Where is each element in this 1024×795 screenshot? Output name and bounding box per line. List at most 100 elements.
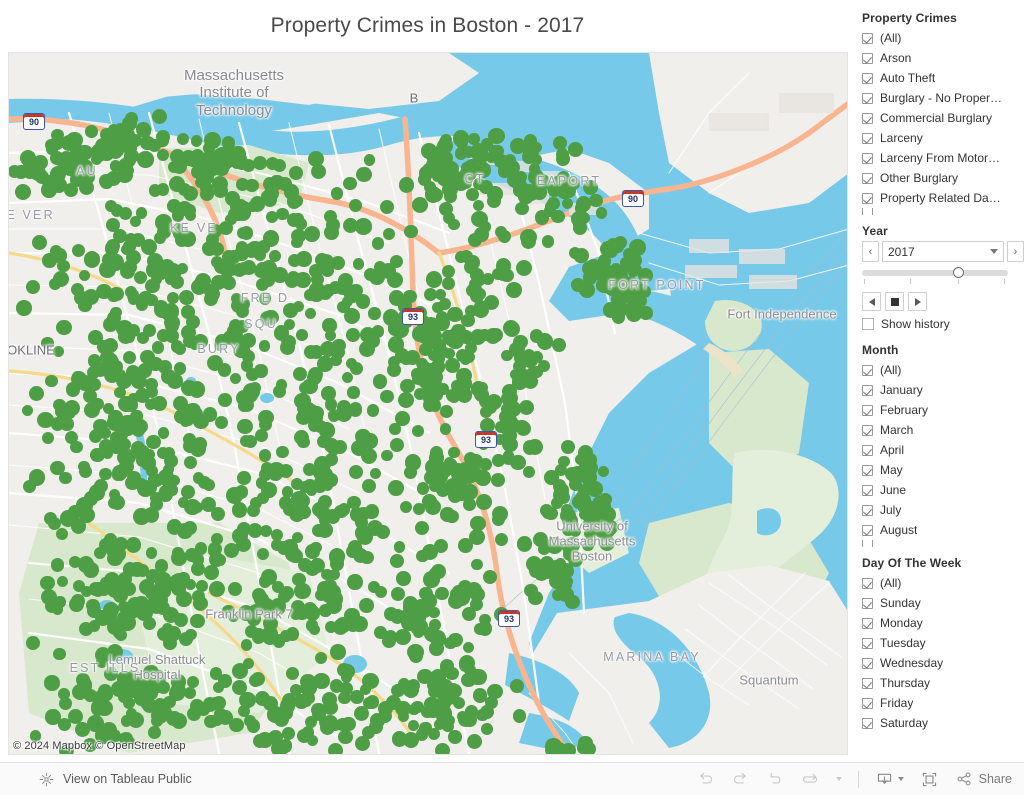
crime-dot[interactable] xyxy=(350,361,364,375)
crime-dot[interactable] xyxy=(16,300,32,316)
year-next-button[interactable]: › xyxy=(1007,241,1024,262)
crime-dot[interactable] xyxy=(154,300,168,314)
crime-dot[interactable] xyxy=(209,241,224,257)
crime-dot[interactable] xyxy=(262,192,277,207)
crime-dot[interactable] xyxy=(350,690,364,704)
crime-dot[interactable] xyxy=(254,690,270,706)
crime-dot[interactable] xyxy=(209,696,223,711)
crime-dot[interactable] xyxy=(411,197,428,214)
crime-dot[interactable] xyxy=(237,471,251,485)
crime-dot[interactable] xyxy=(181,305,195,319)
crime-dot[interactable] xyxy=(455,349,469,363)
crime-dot[interactable] xyxy=(53,647,66,660)
crime-dot[interactable] xyxy=(188,381,206,398)
crime-dot[interactable] xyxy=(45,374,58,387)
crime-dot[interactable] xyxy=(395,702,409,715)
crime-dot[interactable] xyxy=(381,449,393,462)
crime-dot[interactable] xyxy=(296,329,308,341)
checkbox-row[interactable]: Monday xyxy=(862,613,1024,633)
checkbox-icon[interactable] xyxy=(862,384,873,396)
crime-dot[interactable] xyxy=(495,420,508,434)
crime-dot[interactable] xyxy=(322,699,338,715)
crime-dot[interactable] xyxy=(418,367,431,380)
checkbox-icon[interactable] xyxy=(862,152,873,164)
checkbox-row[interactable]: Larceny xyxy=(862,128,1024,148)
crime-dot[interactable] xyxy=(482,569,498,584)
crime-dot[interactable] xyxy=(104,200,117,213)
crime-dot[interactable] xyxy=(125,475,140,491)
crime-dot[interactable] xyxy=(397,391,414,408)
crime-dot[interactable] xyxy=(232,208,245,222)
checkbox-icon[interactable] xyxy=(862,444,873,456)
crime-dot[interactable] xyxy=(210,506,225,521)
crime-dot[interactable] xyxy=(248,673,262,687)
crime-dot[interactable] xyxy=(354,735,370,751)
crime-dot[interactable] xyxy=(69,597,84,612)
crime-dot[interactable] xyxy=(101,447,114,459)
crime-dot[interactable] xyxy=(404,466,417,479)
crime-dot[interactable] xyxy=(176,591,193,607)
crime-dot[interactable] xyxy=(312,478,327,494)
crime-dot[interactable] xyxy=(346,328,360,342)
crime-dot[interactable] xyxy=(322,318,337,333)
crime-dot[interactable] xyxy=(234,485,249,499)
crime-dot[interactable] xyxy=(573,247,589,263)
crime-dot[interactable] xyxy=(174,408,190,425)
crime-dot[interactable] xyxy=(481,722,494,735)
checkbox-row-clipped[interactable] xyxy=(862,540,1024,547)
crime-dot[interactable] xyxy=(428,698,441,711)
crime-dot[interactable] xyxy=(83,251,101,268)
crime-dot[interactable] xyxy=(288,506,305,523)
crime-dot[interactable] xyxy=(260,461,274,475)
crime-dot[interactable] xyxy=(400,352,413,365)
crime-dot[interactable] xyxy=(352,258,364,270)
checkbox-icon[interactable] xyxy=(862,424,873,436)
crime-dot[interactable] xyxy=(313,672,330,690)
crime-dot[interactable] xyxy=(304,307,316,319)
crime-dot[interactable] xyxy=(157,329,170,342)
crime-dot[interactable] xyxy=(131,373,147,389)
crime-dot[interactable] xyxy=(239,397,254,413)
crime-dot[interactable] xyxy=(276,445,289,459)
crime-dot[interactable] xyxy=(60,417,74,431)
crime-dot[interactable] xyxy=(451,585,465,599)
crime-dot[interactable] xyxy=(82,562,99,578)
checkbox-row[interactable]: May xyxy=(862,460,1024,480)
crime-dot[interactable] xyxy=(439,659,455,674)
crime-dot[interactable] xyxy=(398,177,415,193)
crime-dot[interactable] xyxy=(137,124,152,138)
crime-dot[interactable] xyxy=(259,292,272,305)
crime-dot[interactable] xyxy=(247,200,259,213)
checkbox-row[interactable]: August xyxy=(862,520,1024,540)
crime-dot[interactable] xyxy=(303,344,318,359)
checkbox-icon[interactable] xyxy=(862,364,873,376)
crime-dot[interactable] xyxy=(218,393,232,407)
crime-dot[interactable] xyxy=(124,398,138,412)
crime-dot[interactable] xyxy=(78,622,93,637)
crime-dot[interactable] xyxy=(44,675,60,691)
crime-dot[interactable] xyxy=(177,571,190,585)
crime-dot[interactable] xyxy=(204,132,221,149)
checkbox-row[interactable]: Larceny From Motor… xyxy=(862,148,1024,168)
crime-dot[interactable] xyxy=(440,405,453,418)
crime-dot[interactable] xyxy=(353,705,369,721)
crime-dot[interactable] xyxy=(304,605,320,621)
crime-dot[interactable] xyxy=(304,289,317,301)
crime-dot[interactable] xyxy=(317,522,334,538)
crime-dot[interactable] xyxy=(31,235,47,251)
crime-dot[interactable] xyxy=(595,207,608,219)
crime-dot[interactable] xyxy=(484,696,498,710)
crime-dot[interactable] xyxy=(229,717,244,733)
crime-dot[interactable] xyxy=(155,600,170,615)
crime-dot[interactable] xyxy=(85,125,98,139)
crime-dot[interactable] xyxy=(550,497,563,510)
crime-dot[interactable] xyxy=(116,320,133,337)
pause-dropdown-icon[interactable] xyxy=(835,777,842,781)
crime-dot[interactable] xyxy=(313,419,327,434)
crime-dot[interactable] xyxy=(388,480,404,497)
crime-dot[interactable] xyxy=(151,714,164,727)
year-prev-button[interactable]: ‹ xyxy=(862,241,879,262)
crime-dot[interactable] xyxy=(45,138,57,151)
checkbox-row[interactable]: (All) xyxy=(862,28,1024,48)
crime-dot[interactable] xyxy=(79,269,91,281)
